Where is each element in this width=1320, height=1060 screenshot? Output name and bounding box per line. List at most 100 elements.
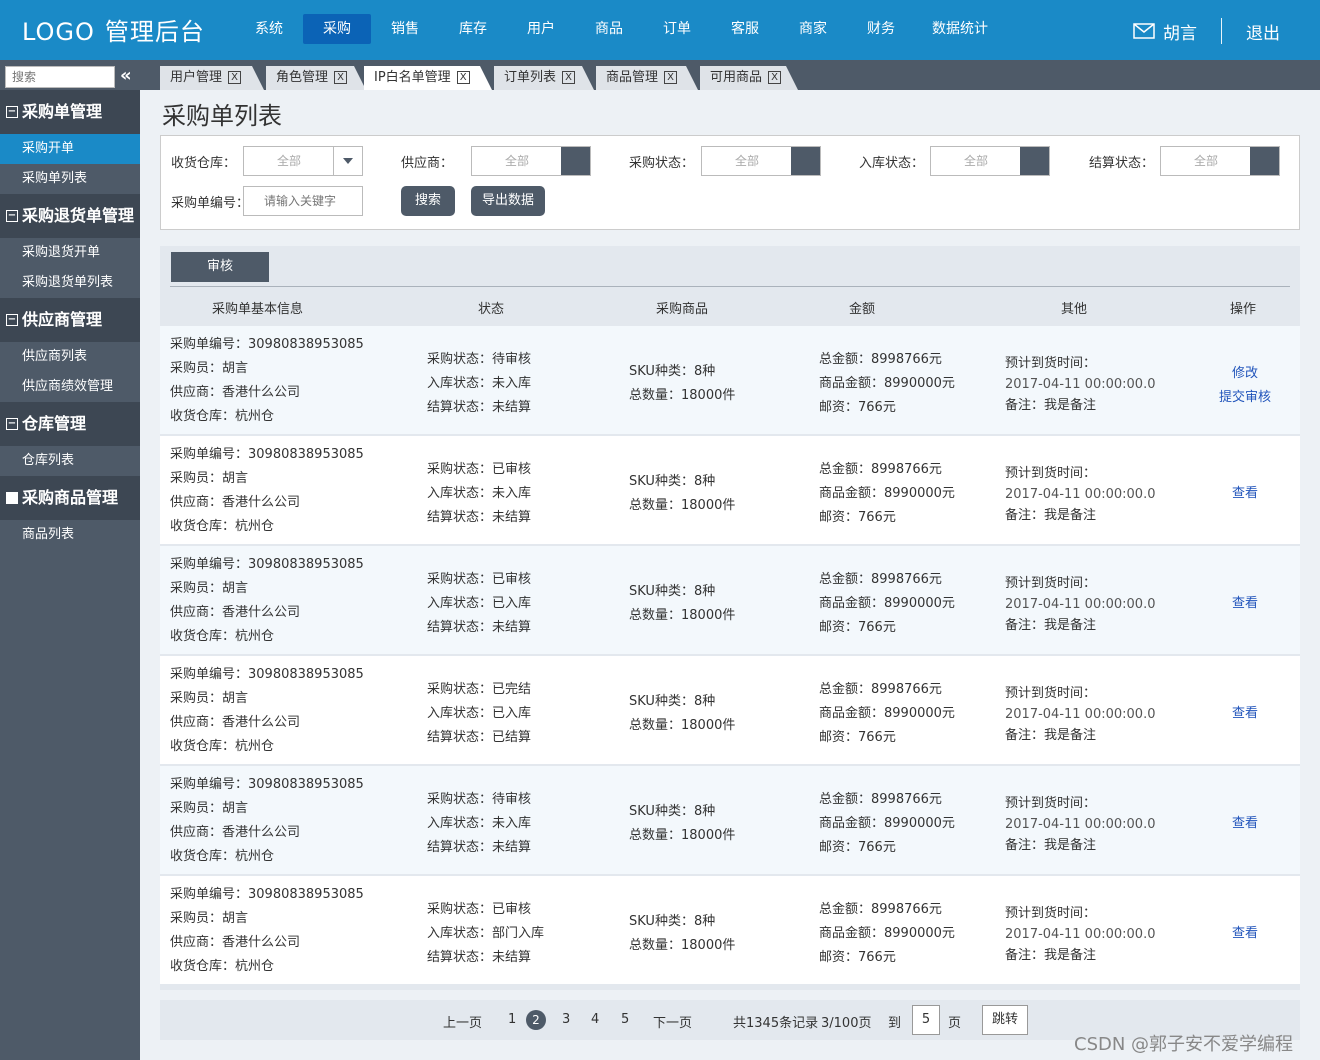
- sidebar-item-2-0[interactable]: 供应商列表: [0, 342, 140, 372]
- page-current[interactable]: 2: [526, 1010, 546, 1030]
- prev-page-link[interactable]: 上一页: [443, 1012, 482, 1031]
- status-line: 结算状态：未结算: [427, 400, 532, 415]
- close-icon[interactable]: X: [228, 71, 242, 84]
- sidebar-search[interactable]: [5, 66, 115, 88]
- jump-button[interactable]: 跳转: [982, 1005, 1028, 1035]
- table-row[interactable]: 采购单编号：30980838953085 采购员：胡言 供应商：香港什么公司 收货仓库…: [160, 656, 1300, 764]
- sidebar-item-2-1[interactable]: 供应商绩效管理: [0, 372, 140, 402]
- settle-status-select[interactable]: 全部: [1160, 146, 1280, 176]
- sidebar-group-4[interactable]: 采购商品管理: [0, 476, 140, 520]
- audit-button[interactable]: 审核: [171, 252, 269, 282]
- sidebar-group-2[interactable]: − 供应商管理: [0, 298, 140, 342]
- nav-item-10[interactable]: 数据统计: [915, 14, 1005, 44]
- mail-icon[interactable]: [1133, 23, 1155, 39]
- warehouse-select[interactable]: 全部: [243, 146, 363, 176]
- table-row[interactable]: 采购单编号：30980838953085 采购员：胡言 供应商：香港什么公司 收货仓库…: [160, 876, 1300, 984]
- sidebar-item-0-0[interactable]: 采购开单: [0, 134, 140, 164]
- sidebar-item-3-0[interactable]: 仓库列表: [0, 446, 140, 476]
- status-line: 入库状态：未入库: [427, 376, 532, 391]
- cell-goods: SKU种类：8种 总数量：18000件: [629, 910, 735, 958]
- nav-item-9[interactable]: 财务: [847, 14, 915, 44]
- nav-item-6[interactable]: 订单: [643, 14, 711, 44]
- collapse-box-icon[interactable]: −: [6, 210, 18, 222]
- collapse-box-icon[interactable]: −: [6, 106, 18, 118]
- chevron-down-icon[interactable]: [333, 147, 362, 175]
- supplier-select[interactable]: 全部: [471, 146, 591, 176]
- close-icon[interactable]: X: [664, 71, 678, 84]
- purchase-status-select[interactable]: 全部: [701, 146, 821, 176]
- sidebar-item-4-0[interactable]: 商品列表: [0, 520, 140, 550]
- sidebar-group-3[interactable]: − 仓库管理: [0, 402, 140, 446]
- order-no-label: 采购单编号：: [171, 196, 250, 211]
- dropdown-toggle-icon[interactable]: [561, 147, 590, 175]
- cell-basic: 采购单编号：30980838953085 采购员：胡言 供应商：香港什么公司 收货仓库…: [170, 333, 364, 429]
- dropdown-toggle-icon[interactable]: [791, 147, 820, 175]
- action-link-0[interactable]: 查看: [1205, 482, 1285, 501]
- other-line: 备注：我是备注: [1005, 948, 1097, 963]
- stock-status-select[interactable]: 全部: [930, 146, 1050, 176]
- cell-amount: 总金额：8998766元 商品金额：8990000元 邮资：766元: [819, 678, 955, 750]
- tab-5[interactable]: 可用商品 X: [700, 66, 798, 90]
- goto-page-input[interactable]: 5: [912, 1005, 940, 1035]
- tab-0[interactable]: 用户管理 X: [160, 66, 264, 90]
- purchase-status-value: 全部: [734, 154, 759, 168]
- sidebar-group-0[interactable]: − 采购单管理: [0, 90, 140, 134]
- table-row[interactable]: 采购单编号：30980838953085 采购员：胡言 供应商：香港什么公司 收货仓库…: [160, 766, 1300, 874]
- close-icon[interactable]: X: [562, 71, 576, 84]
- cell-goods: SKU种类：8种 总数量：18000件: [629, 800, 735, 848]
- logo[interactable]: LOGO 管理后台: [22, 12, 215, 47]
- collapse-sidebar-icon[interactable]: «: [120, 65, 132, 86]
- action-link-0[interactable]: 查看: [1205, 922, 1285, 941]
- amount-line: 总金额：8998766元: [819, 572, 942, 587]
- watermark: CSDN @郭子安不爱学编程: [1074, 1034, 1294, 1055]
- basic-line: 采购单编号：30980838953085: [170, 557, 364, 572]
- nav-item-5[interactable]: 商品: [575, 14, 643, 44]
- cell-other: 预计到货时间： 2017-04-11 00:00:00.0 备注：我是备注: [1005, 462, 1155, 528]
- dropdown-toggle-icon[interactable]: [1020, 147, 1049, 175]
- nav-item-2[interactable]: 销售: [371, 14, 439, 44]
- sidebar-item-0-1[interactable]: 采购单列表: [0, 164, 140, 194]
- collapse-box-icon[interactable]: −: [6, 418, 18, 430]
- amount-line: 商品金额：8990000元: [819, 376, 955, 391]
- sidebar-search-input[interactable]: [6, 67, 114, 87]
- table-row[interactable]: 采购单编号：30980838953085 采购员：胡言 供应商：香港什么公司 收货仓库…: [160, 326, 1300, 434]
- page-link-3[interactable]: 3: [562, 1012, 570, 1027]
- tab-4[interactable]: 商品管理 X: [596, 66, 698, 90]
- page-link-1[interactable]: 1: [508, 1012, 516, 1027]
- logout-link[interactable]: 退出: [1246, 19, 1280, 44]
- close-icon[interactable]: X: [334, 71, 348, 84]
- dropdown-toggle-icon[interactable]: [1250, 147, 1279, 175]
- table-row[interactable]: 采购单编号：30980838953085 采购员：胡言 供应商：香港什么公司 收货仓库…: [160, 546, 1300, 654]
- goods-line: 总数量：18000件: [629, 828, 736, 843]
- collapse-box-icon[interactable]: −: [6, 314, 18, 326]
- tab-1[interactable]: 角色管理 X: [266, 66, 366, 90]
- square-icon[interactable]: [6, 492, 18, 504]
- order-no-input[interactable]: [243, 186, 363, 216]
- close-icon[interactable]: X: [456, 71, 470, 84]
- export-button[interactable]: 导出数据: [471, 186, 545, 216]
- nav-item-4[interactable]: 用户: [507, 14, 575, 44]
- cell-basic: 采购单编号：30980838953085 采购员：胡言 供应商：香港什么公司 收货仓库…: [170, 553, 364, 649]
- next-page-link[interactable]: 下一页: [653, 1012, 692, 1031]
- sidebar-group-1[interactable]: − 采购退货单管理: [0, 194, 140, 238]
- table-row[interactable]: 采购单编号：30980838953085 采购员：胡言 供应商：香港什么公司 收货仓库…: [160, 436, 1300, 544]
- nav-item-0[interactable]: 系统: [235, 14, 303, 44]
- page-link-5[interactable]: 5: [621, 1012, 629, 1027]
- sidebar-item-1-1[interactable]: 采购退货单列表: [0, 268, 140, 298]
- nav-item-8[interactable]: 商家: [779, 14, 847, 44]
- action-link-0[interactable]: 查看: [1205, 592, 1285, 611]
- action-link-0[interactable]: 修改: [1205, 362, 1285, 381]
- action-link-0[interactable]: 查看: [1205, 702, 1285, 721]
- tab-2[interactable]: IP白名单管理 X: [364, 66, 492, 90]
- page-link-4[interactable]: 4: [591, 1012, 599, 1027]
- action-link-1[interactable]: 提交审核: [1205, 386, 1285, 405]
- nav-item-1[interactable]: 采购: [303, 14, 371, 44]
- nav-item-7[interactable]: 客服: [711, 14, 779, 44]
- action-link-0[interactable]: 查看: [1205, 812, 1285, 831]
- search-button[interactable]: 搜索: [401, 186, 455, 216]
- tab-3[interactable]: 订单列表 X: [494, 66, 594, 90]
- user-name[interactable]: 胡言: [1163, 19, 1197, 44]
- nav-item-3[interactable]: 库存: [439, 14, 507, 44]
- close-icon[interactable]: X: [768, 71, 782, 84]
- sidebar-item-1-0[interactable]: 采购退货开单: [0, 238, 140, 268]
